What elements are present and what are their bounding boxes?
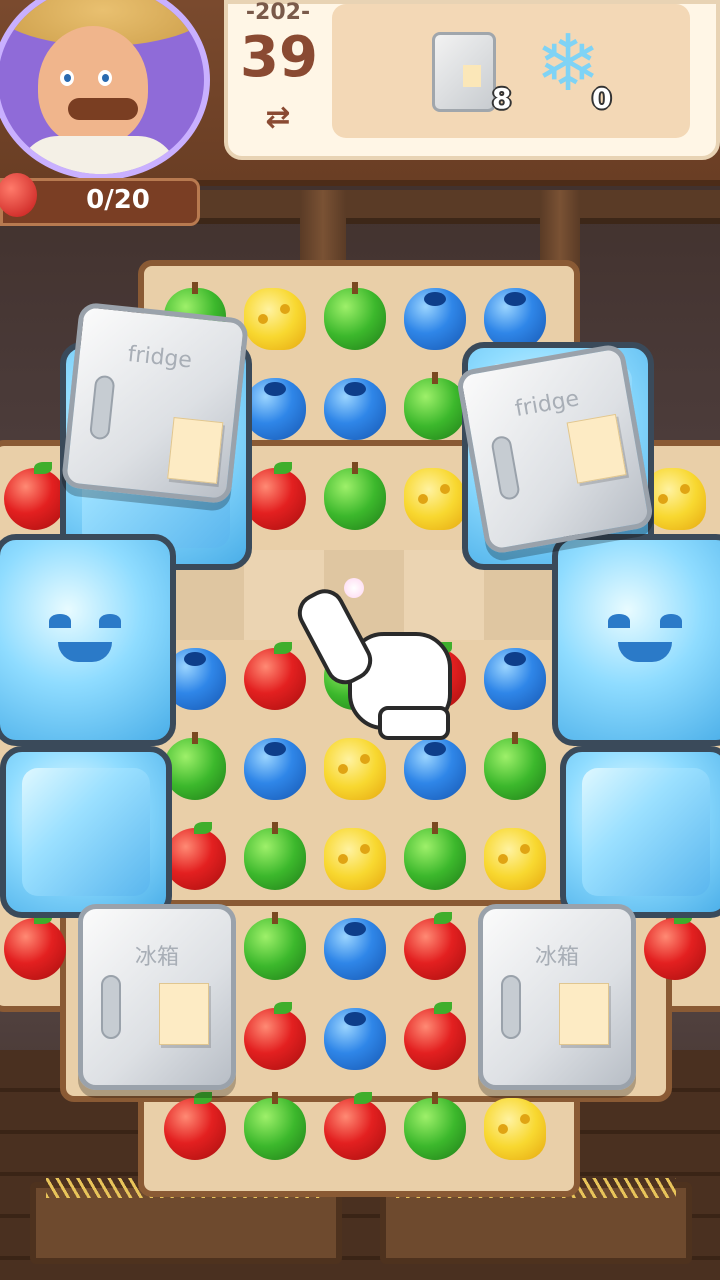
apple-piece[interactable] — [404, 1002, 466, 1070]
moves-counter: 39 — [240, 25, 318, 90]
blueberry-piece[interactable] — [484, 648, 546, 710]
fridge-blocker[interactable]: fridge — [60, 301, 250, 505]
apple-piece[interactable] — [244, 462, 306, 530]
blueberry-piece[interactable] — [324, 378, 386, 440]
farmer-avatar — [0, 0, 210, 180]
barn-post — [300, 190, 346, 270]
swap-icon: ⇄ — [265, 100, 291, 135]
apple-collect-progress: 0/20 — [0, 173, 200, 226]
ice-monster-face — [41, 608, 129, 676]
cheese-piece[interactable] — [324, 828, 386, 890]
pear-piece[interactable] — [404, 822, 466, 890]
pear-piece[interactable] — [244, 912, 306, 980]
apple-icon — [0, 173, 37, 217]
ice-block[interactable] — [0, 746, 172, 918]
ice-block[interactable] — [560, 746, 720, 918]
pear-piece[interactable] — [484, 732, 546, 800]
eye — [60, 70, 74, 86]
fridge-handle — [501, 975, 521, 1039]
apple-piece[interactable] — [4, 462, 66, 530]
cheese-piece[interactable] — [484, 1098, 546, 1160]
pointing-hand-icon — [290, 582, 454, 740]
fridge-handle — [101, 975, 121, 1039]
fridge-handle — [490, 434, 521, 502]
fridge-handle — [88, 374, 116, 441]
fridge-note — [559, 983, 609, 1045]
snowflake-goal-count: 0 — [592, 82, 612, 115]
pear-piece[interactable] — [164, 732, 226, 800]
mustache — [68, 98, 138, 120]
pear-piece[interactable] — [324, 282, 386, 350]
apple-piece[interactable] — [244, 1002, 306, 1070]
fridge-blocker[interactable]: 冰箱 — [78, 904, 236, 1090]
blueberry-piece[interactable] — [244, 378, 306, 440]
fridge-note — [167, 417, 224, 484]
level-panel: -202- 39 ⇄ 8 ❄ 0 — [224, 0, 720, 160]
apple-piece[interactable] — [244, 642, 306, 710]
apple-piece[interactable] — [4, 912, 66, 980]
avatar-face — [38, 26, 148, 146]
fridge-icon — [432, 32, 496, 112]
ice-monster[interactable] — [552, 534, 720, 746]
ice-monster-face — [600, 608, 690, 676]
goals-panel: 8 ❄ 0 — [332, 4, 690, 138]
cheese-piece[interactable] — [404, 468, 466, 530]
pear-piece[interactable] — [404, 1092, 466, 1160]
fridge-note — [566, 413, 627, 484]
blueberry-piece[interactable] — [324, 1008, 386, 1070]
fridge-note — [159, 983, 209, 1045]
top-hud: -202- 39 ⇄ 8 ❄ 0 — [0, 0, 720, 180]
blueberry-piece[interactable] — [324, 918, 386, 980]
fridge-label: fridge — [126, 341, 194, 374]
fridge-goal-count: 8 — [492, 82, 512, 115]
apple-piece[interactable] — [644, 912, 706, 980]
ice-monster[interactable] — [0, 534, 176, 746]
blueberry-piece[interactable] — [244, 738, 306, 800]
level-number: -202- — [245, 0, 311, 25]
apple-piece[interactable] — [164, 822, 226, 890]
pear-piece[interactable] — [244, 1092, 306, 1160]
barn-post — [540, 190, 580, 270]
pear-piece[interactable] — [404, 372, 466, 440]
pear-piece[interactable] — [324, 462, 386, 530]
pear-piece[interactable] — [244, 822, 306, 890]
cheese-piece[interactable] — [324, 738, 386, 800]
blueberry-piece[interactable] — [404, 288, 466, 350]
apple-piece[interactable] — [324, 1092, 386, 1160]
fridge-blocker[interactable]: 冰箱 — [478, 904, 636, 1090]
apple-piece[interactable] — [404, 912, 466, 980]
fridge-label: 冰箱 — [134, 945, 179, 970]
fridge-label: 冰箱 — [534, 945, 579, 970]
apple-progress-text: 0/20 — [86, 185, 150, 215]
eye — [98, 70, 112, 86]
cheese-piece[interactable] — [244, 288, 306, 350]
blueberry-piece[interactable] — [484, 288, 546, 350]
shirt — [18, 136, 178, 174]
cheese-piece[interactable] — [484, 828, 546, 890]
apple-piece[interactable] — [164, 1092, 226, 1160]
fridge-blocker[interactable]: fridge — [455, 342, 655, 556]
blueberry-piece[interactable] — [404, 738, 466, 800]
